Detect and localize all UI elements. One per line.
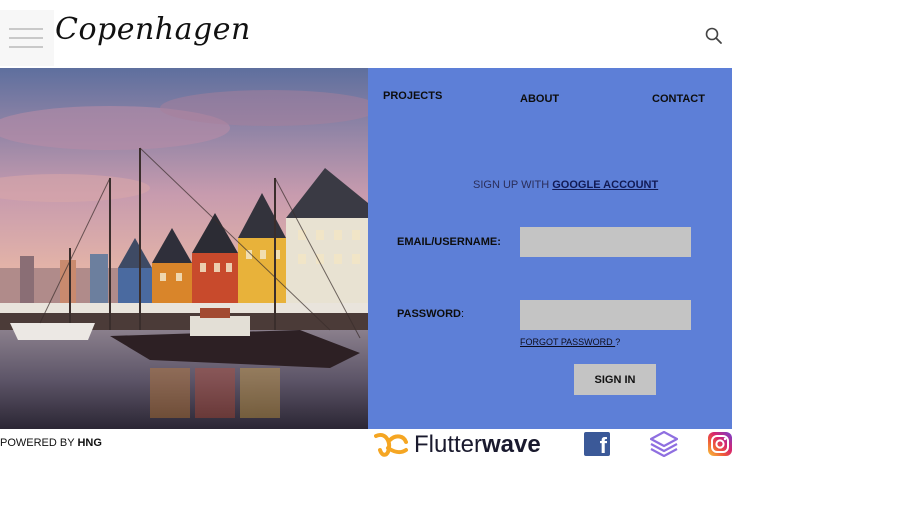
- flutterwave-logo-icon: [374, 433, 408, 457]
- sign-in-button[interactable]: SIGN IN: [574, 364, 656, 395]
- instagram-icon[interactable]: [708, 432, 732, 456]
- nav-about[interactable]: ABOUT: [520, 93, 559, 105]
- facebook-icon[interactable]: f: [584, 432, 610, 458]
- hamburger-line: [9, 28, 43, 30]
- powered-by: POWERED BY HNG: [0, 437, 102, 449]
- forgot-password-suffix: ?: [615, 337, 621, 347]
- nav-contact[interactable]: CONTACT: [652, 93, 705, 105]
- forgot-password-link[interactable]: FORGOT PASSWORD: [520, 337, 615, 347]
- powered-by-prefix: POWERED BY: [0, 437, 78, 449]
- site-logo[interactable]: Copenhagen: [55, 12, 251, 47]
- nav-projects[interactable]: PROJECTS: [383, 90, 442, 102]
- flutterwave-word-2: wave: [482, 431, 541, 458]
- email-field[interactable]: [520, 227, 691, 257]
- flutterwave-word-1: Flutter: [414, 431, 483, 458]
- signup-prefix: SIGN UP WITH: [473, 179, 553, 191]
- password-label-colon: :: [460, 308, 465, 320]
- google-account-link[interactable]: GOOGLE ACCOUNT: [552, 179, 658, 191]
- stack-layers-icon[interactable]: [650, 431, 678, 457]
- hamburger-menu-button[interactable]: [0, 10, 54, 66]
- hero-photo: [0, 68, 368, 429]
- password-label-text: PASSWORD: [397, 308, 461, 320]
- email-label: EMAIL/USERNAME:: [397, 236, 501, 248]
- hng-brand[interactable]: HNG: [77, 437, 101, 449]
- forgot-password: FORGOT PASSWORD ?: [520, 337, 620, 347]
- hamburger-line: [9, 37, 43, 39]
- login-panel: PROJECTS ABOUT CONTACT SIGN UP WITH GOOG…: [368, 68, 732, 429]
- hamburger-line: [9, 46, 43, 48]
- search-icon[interactable]: [704, 26, 724, 46]
- password-label: PASSWORD:: [397, 308, 464, 320]
- flutterwave-logo[interactable]: Flutterwave: [374, 430, 541, 458]
- flutterwave-wordmark: Flutterwave: [414, 431, 541, 459]
- signup-text: SIGN UP WITH GOOGLE ACCOUNT: [473, 179, 658, 191]
- password-field[interactable]: [520, 300, 691, 330]
